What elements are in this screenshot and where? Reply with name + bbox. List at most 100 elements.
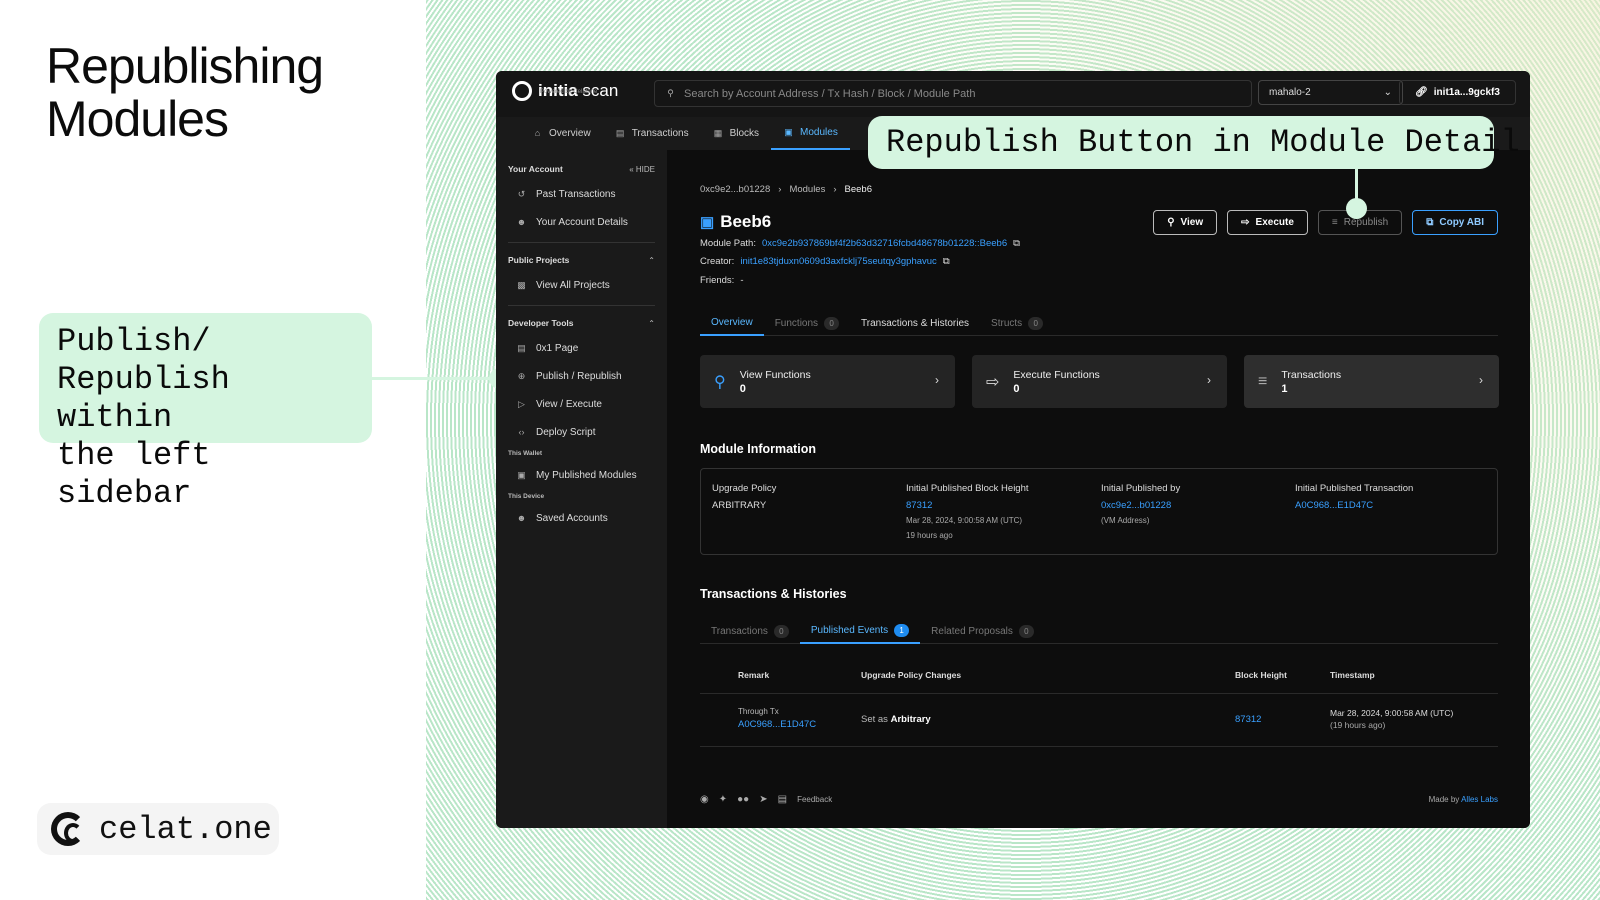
module-path-label: Module Path: bbox=[700, 238, 756, 249]
sidebar-item-view-execute[interactable]: ▷ View / Execute bbox=[496, 390, 667, 418]
tab-label: Related Proposals bbox=[931, 625, 1013, 637]
top-bar: initia scan Powered by Celatone ⚲ Search… bbox=[496, 71, 1530, 117]
network-select[interactable]: mahalo-2 ⌄ bbox=[1258, 80, 1403, 105]
sidebar-item-0x1-page[interactable]: ▤ 0x1 Page bbox=[496, 334, 667, 362]
sidebar-item-account-details[interactable]: ☻ Your Account Details bbox=[496, 208, 667, 236]
button-label: View bbox=[1180, 217, 1204, 228]
module-tabs: Overview Functions 0 Transactions & Histo… bbox=[700, 310, 1498, 336]
breadcrumb-current: Beeb6 bbox=[844, 184, 873, 195]
published-by-link[interactable]: 0xc9e2...b01228 bbox=[1101, 499, 1180, 513]
feedback-link[interactable]: Feedback bbox=[797, 795, 832, 804]
published-tx-link[interactable]: A0C968...E1D47C bbox=[1295, 499, 1413, 513]
execute-icon: ⇨ bbox=[1241, 217, 1250, 228]
tab-transactions-histories[interactable]: Transactions & Histories bbox=[850, 310, 980, 336]
twitter-icon[interactable]: ✦ bbox=[719, 794, 727, 805]
view-icon: ⚲ bbox=[1167, 217, 1175, 228]
copy-icon[interactable]: ⧉ bbox=[1013, 238, 1020, 249]
projects-icon: ▩ bbox=[517, 279, 526, 290]
search-input[interactable]: ⚲ Search by Account Address / Tx Hash / … bbox=[654, 80, 1252, 107]
sidebar-item-label: Past Transactions bbox=[536, 188, 616, 200]
info-label: Initial Published Block Height bbox=[906, 483, 1029, 494]
medium-icon[interactable]: ●● bbox=[737, 794, 749, 805]
republish-callout-dot bbox=[1346, 198, 1367, 219]
creator-link[interactable]: init1e83tjduxn0609d3axfcklj75seutqy3gpha… bbox=[740, 256, 936, 267]
blocks-icon: ▦ bbox=[713, 128, 723, 138]
hide-label: HIDE bbox=[635, 164, 655, 174]
brand-badge: celat.one bbox=[37, 803, 279, 855]
remark-tx-link[interactable]: A0C968...E1D47C bbox=[738, 719, 816, 730]
sidebar-item-deploy-script[interactable]: ‹› Deploy Script bbox=[496, 418, 667, 446]
telegram-icon[interactable]: ➤ bbox=[759, 794, 767, 805]
tab-overview[interactable]: Overview bbox=[700, 310, 764, 336]
tab-related-proposals[interactable]: Related Proposals 0 bbox=[920, 618, 1045, 644]
github-icon[interactable]: ◉ bbox=[700, 794, 709, 805]
policy-cell: Set as Arbitrary bbox=[861, 714, 931, 725]
breadcrumb: 0xc9e2...b01228 › Modules › Beeb6 bbox=[700, 184, 872, 195]
initial-published-transaction: Initial Published Transaction A0C968...E… bbox=[1295, 482, 1413, 513]
chevron-right-icon: › bbox=[1479, 373, 1483, 387]
search-document-icon: ⚲ bbox=[714, 373, 726, 391]
hide-sidebar-button[interactable]: « HIDE bbox=[629, 165, 655, 174]
nav-blocks[interactable]: ▦ Blocks bbox=[701, 117, 771, 150]
home-icon: ⌂ bbox=[534, 128, 541, 138]
sidebar-item-my-published-modules[interactable]: ▣ My Published Modules bbox=[496, 461, 667, 489]
copy-icon[interactable]: ⧉ bbox=[943, 256, 950, 267]
card-view-functions[interactable]: ⚲ View Functions 0 › bbox=[700, 355, 955, 408]
logo-subtitle: Powered by Celatone bbox=[540, 89, 598, 95]
sidebar-item-past-transactions[interactable]: ↺ Past Transactions bbox=[496, 180, 667, 208]
execute-button[interactable]: ⇨ Execute bbox=[1227, 210, 1308, 235]
search-icon: ⚲ bbox=[667, 88, 674, 98]
info-label: Upgrade Policy bbox=[712, 483, 777, 494]
block-height-link[interactable]: 87312 bbox=[906, 499, 1029, 513]
alles-labs-link[interactable]: Alles Labs bbox=[1461, 795, 1498, 804]
block-ago: 19 hours ago bbox=[906, 531, 953, 540]
nav-label: Blocks bbox=[729, 128, 760, 139]
sidebar-section-your-account: Your Account « HIDE bbox=[496, 158, 667, 180]
sidebar-item-view-all-projects[interactable]: ▩ View All Projects bbox=[496, 271, 667, 299]
module-icon: ▣ bbox=[700, 214, 715, 231]
list-icon: ≡ bbox=[1258, 372, 1268, 390]
user-icon: ☻ bbox=[516, 512, 527, 523]
search-placeholder: Search by Account Address / Tx Hash / Bl… bbox=[684, 87, 976, 100]
creator-row: Creator: init1e83tjduxn0609d3axfcklj75se… bbox=[700, 256, 950, 267]
sidebar-item-saved-accounts[interactable]: ☻ Saved Accounts bbox=[496, 504, 667, 532]
sidebar-item-publish-republish[interactable]: ⊕ Publish / Republish bbox=[496, 362, 667, 390]
nav-transactions[interactable]: ▤ Transactions bbox=[603, 117, 701, 150]
tab-structs[interactable]: Structs 0 bbox=[980, 310, 1054, 336]
module-path-link[interactable]: 0xc9e2b937869bf4f2b63d32716fcbd48678b012… bbox=[762, 238, 1007, 249]
tab-published-events[interactable]: Published Events 1 bbox=[799, 618, 921, 644]
table-row[interactable]: Through Tx A0C968...E1D47C Set as Arbitr… bbox=[700, 694, 1498, 747]
count-badge: 0 bbox=[824, 316, 840, 330]
sidebar-item-label: Saved Accounts bbox=[536, 512, 608, 524]
chevron-right-icon: › bbox=[1207, 373, 1211, 387]
sidebar-item-label: Publish / Republish bbox=[536, 370, 622, 382]
nav-modules[interactable]: ▣ Modules bbox=[771, 117, 850, 150]
summary-cards: ⚲ View Functions 0 › ⇨ Execute Functions 0… bbox=[700, 355, 1499, 408]
block-height-link[interactable]: 87312 bbox=[1235, 714, 1261, 725]
button-label: Republish bbox=[1343, 217, 1389, 228]
feedback-icon[interactable]: ▤ bbox=[778, 794, 787, 805]
card-execute-functions[interactable]: ⇨ Execute Functions 0 › bbox=[972, 355, 1227, 408]
nav-overview[interactable]: ⌂ Overview bbox=[520, 117, 603, 150]
card-transactions[interactable]: ≡ Transactions 1 › bbox=[1244, 355, 1499, 408]
view-button[interactable]: ⚲ View bbox=[1153, 210, 1218, 235]
timestamp: Mar 28, 2024, 9:00:58 AM (UTC) bbox=[1330, 708, 1454, 718]
tab-transactions[interactable]: Transactions 0 bbox=[700, 618, 800, 644]
republish-callout: Republish Button in Module Detail bbox=[868, 116, 1520, 169]
account-button[interactable]: 🔗︎ init1a...9gckf3 bbox=[1399, 80, 1516, 105]
chevron-right-icon: › bbox=[833, 184, 837, 195]
nav-label: Transactions bbox=[631, 128, 689, 139]
brand-text: celat.one bbox=[99, 810, 272, 848]
breadcrumb-modules[interactable]: Modules bbox=[789, 184, 825, 195]
copy-abi-button[interactable]: ⧉ Copy ABI bbox=[1412, 210, 1498, 235]
sidebar-subheading-this-device: This Device bbox=[508, 493, 545, 500]
left-sidebar: Your Account « HIDE ↺ Past Transactions ☻… bbox=[496, 150, 667, 828]
sidebar-section-public-projects[interactable]: Public Projects ⌃ bbox=[496, 249, 667, 271]
tab-label: Published Events bbox=[810, 624, 889, 636]
tab-functions[interactable]: Functions 0 bbox=[764, 310, 850, 336]
code-icon: ‹› bbox=[518, 426, 525, 437]
breadcrumb-account[interactable]: 0xc9e2...b01228 bbox=[700, 184, 770, 195]
plus-circle-icon: ⊕ bbox=[517, 370, 526, 381]
sidebar-section-developer-tools[interactable]: Developer Tools ⌃ bbox=[496, 312, 667, 334]
sidebar-subheading-this-wallet: This Wallet bbox=[508, 450, 543, 457]
